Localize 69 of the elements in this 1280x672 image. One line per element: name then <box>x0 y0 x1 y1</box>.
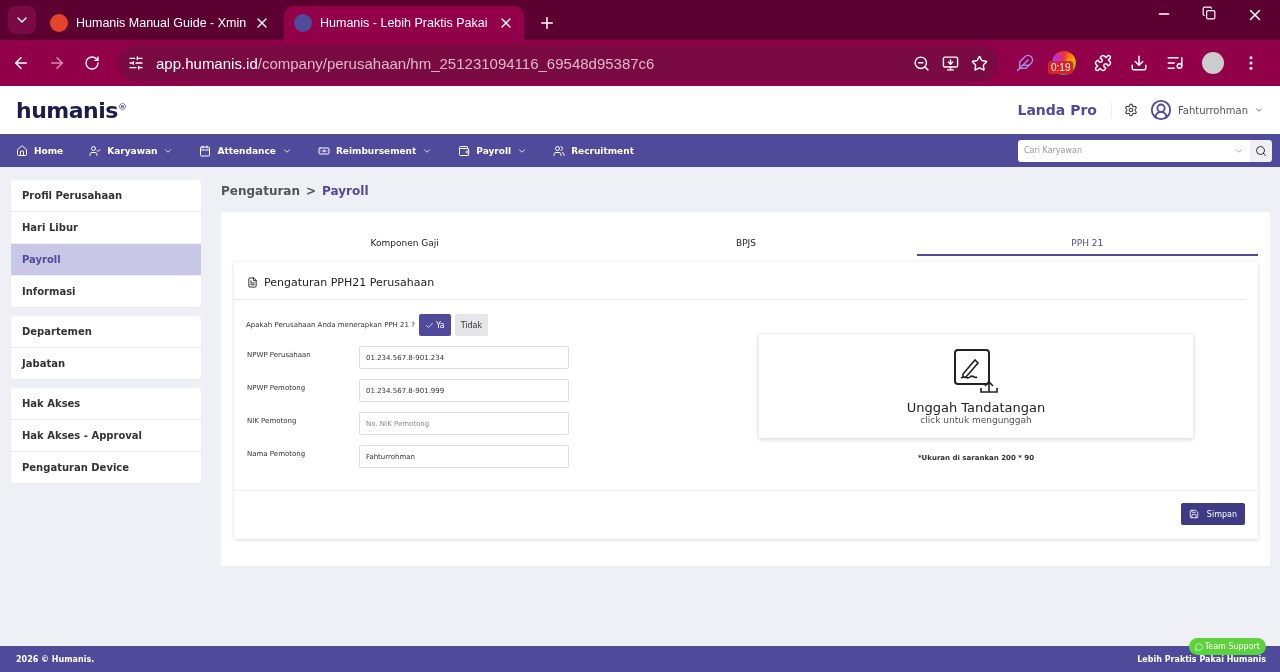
card-title: Pengaturan PPH21 Perusahaan <box>264 276 435 289</box>
site-settings-icon[interactable] <box>128 55 144 71</box>
save-icon <box>1188 509 1199 519</box>
user-check-icon <box>89 144 102 157</box>
forward-icon[interactable] <box>48 54 66 72</box>
banknote-icon <box>317 144 330 157</box>
address-bar[interactable]: app.humanis.id/company/perusahaan/hm_251231094116_69548d95387c6 <box>118 45 998 81</box>
chat-icon <box>1194 642 1203 651</box>
wallet-icon <box>458 144 471 157</box>
star-icon[interactable] <box>971 54 988 72</box>
breadcrumb-link[interactable]: Pengaturan <box>221 184 300 198</box>
browser-tab[interactable]: Humanis - Lebih Praktis Pakai <box>284 6 524 40</box>
breadcrumb-separator: > <box>306 184 317 198</box>
signature-upload-icon <box>953 347 999 394</box>
document-icon <box>247 277 258 288</box>
feather-icon[interactable] <box>1016 54 1034 72</box>
sidebar-item[interactable]: Informasi <box>11 276 201 308</box>
users-icon <box>553 144 566 157</box>
avatar-icon <box>1149 99 1172 121</box>
media-icon[interactable] <box>1166 54 1184 72</box>
option-button[interactable]: Tidak <box>454 314 489 336</box>
timer-badge: 0:19 <box>1048 61 1074 74</box>
favicon-icon <box>50 14 68 32</box>
chevron-down-icon[interactable] <box>1254 105 1264 115</box>
tab[interactable]: Komponen Gaji <box>234 228 576 256</box>
option-button[interactable]: Ya <box>418 314 451 336</box>
back-icon[interactable] <box>12 54 30 72</box>
tagline-text: Lebih Praktis Pakai Humanis <box>1137 654 1266 664</box>
extensions-icon[interactable] <box>1094 54 1112 72</box>
nav-item[interactable]: Recruitment <box>553 144 634 157</box>
company-name: Landa Pro <box>1017 102 1112 118</box>
nav-item[interactable]: Karyawan <box>89 144 174 157</box>
install-icon[interactable] <box>942 54 959 72</box>
sidebar-item[interactable]: Pengaturan Device <box>11 452 201 484</box>
search-button[interactable] <box>1250 139 1272 162</box>
nav-item[interactable]: Attendance <box>199 144 292 157</box>
upload-area[interactable]: Unggah Tandatangan click untuk mengunggah <box>759 334 1193 438</box>
user-menu[interactable]: Fahturrohman <box>1177 104 1248 116</box>
copyright-text: 2026 © Humanis. <box>16 654 95 664</box>
sidebar-item[interactable]: Profil Perusahaan <box>11 180 201 212</box>
new-tab-icon[interactable] <box>538 14 556 32</box>
zoom-out-icon[interactable] <box>913 54 930 72</box>
breadcrumb-current: Payroll <box>322 184 369 198</box>
settings-icon[interactable] <box>1123 103 1138 117</box>
save-button[interactable]: Simpan <box>1180 503 1245 525</box>
reload-icon[interactable] <box>84 55 100 71</box>
download-icon[interactable] <box>1130 54 1148 72</box>
favicon-icon <box>294 14 312 32</box>
home-icon <box>16 144 28 157</box>
search-icon <box>1255 144 1267 157</box>
sidebar-item[interactable]: Jabatan <box>11 348 201 380</box>
tab-search-button[interactable] <box>8 6 36 34</box>
sidebar-item[interactable]: Departemen <box>11 316 201 348</box>
upload-title: Unggah Tandatangan <box>906 399 1046 415</box>
tab[interactable]: BPJS <box>575 228 917 256</box>
profile-avatar[interactable] <box>1202 52 1224 74</box>
sidebar-item[interactable]: Hak Akses - Approval <box>11 420 201 452</box>
restore-icon[interactable] <box>1202 6 1216 20</box>
logo: humanis$^{®}$ <box>16 97 127 123</box>
browser-tab[interactable]: Humanis Manual Guide - Xmin <box>40 6 280 40</box>
check-icon <box>424 320 434 330</box>
nav-item[interactable]: Home <box>16 144 64 157</box>
nav-item[interactable]: Reimbursement <box>317 144 433 157</box>
calendar-icon <box>199 144 212 157</box>
nav-item[interactable]: Payroll <box>458 144 528 157</box>
upload-subtitle: click untuk mengunggah <box>920 414 1032 425</box>
sidebar-item[interactable]: Payroll <box>11 244 201 276</box>
sidebar-item[interactable]: Hak Akses <box>11 388 201 420</box>
tab[interactable]: PPH 21 <box>916 228 1258 256</box>
